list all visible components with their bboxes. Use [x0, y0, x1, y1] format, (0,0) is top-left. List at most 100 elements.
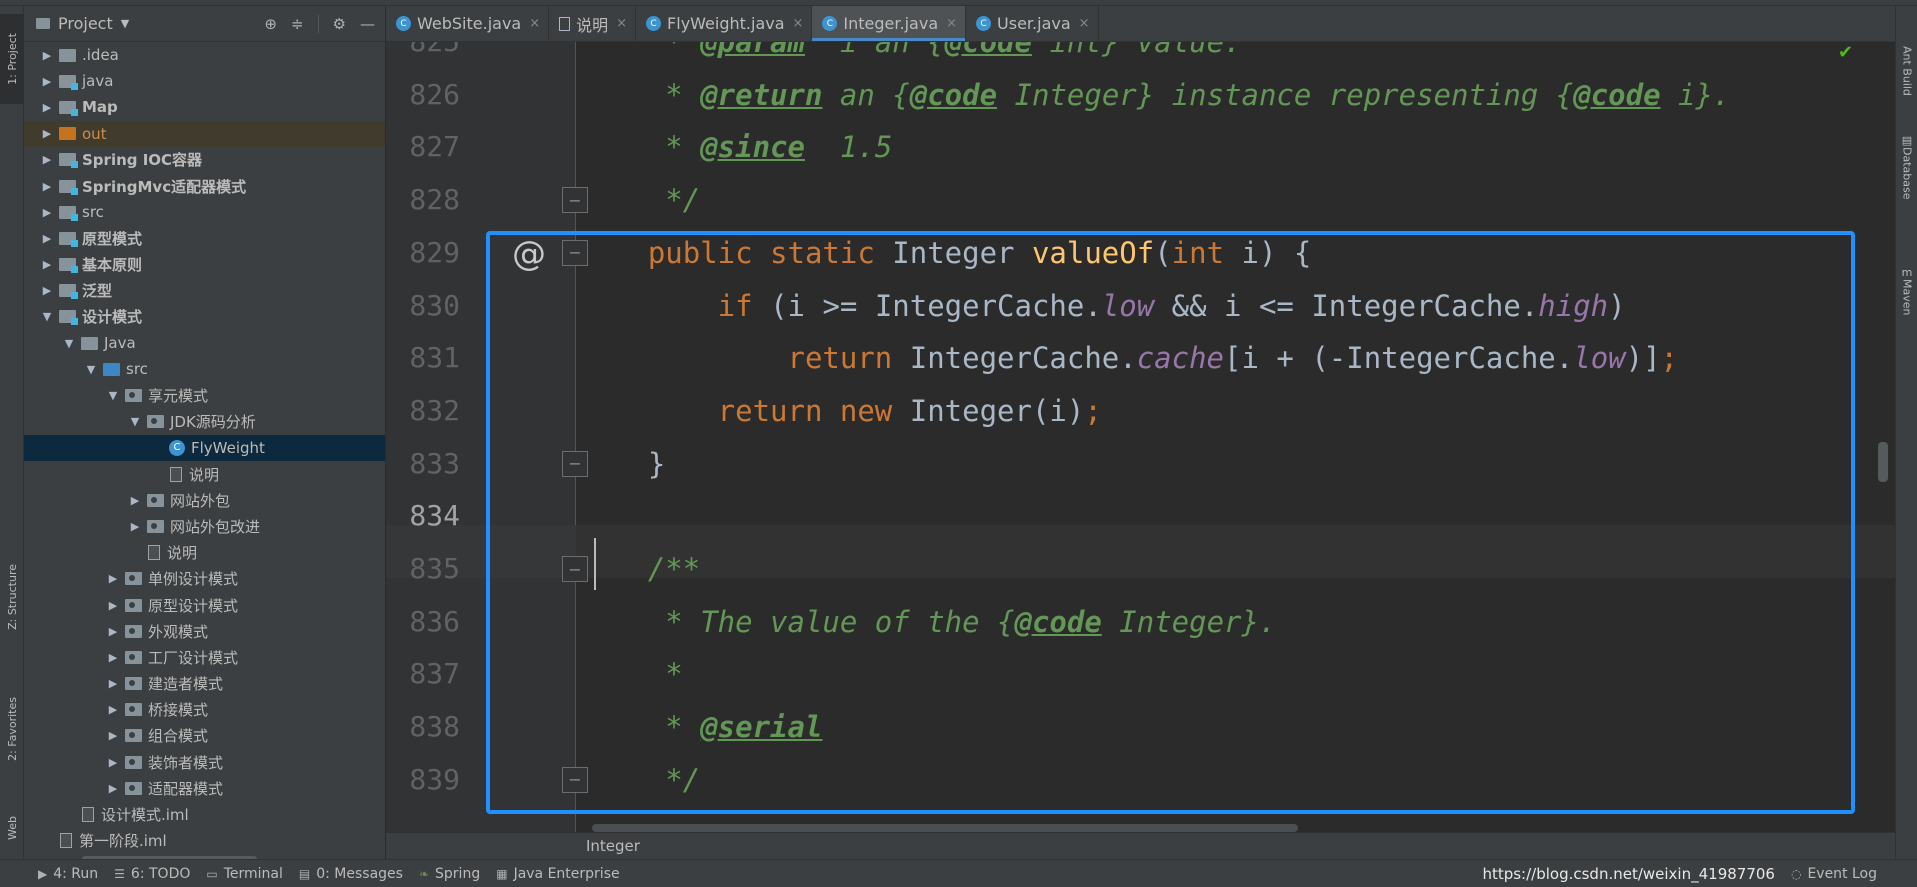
- line-number[interactable]: 833: [386, 438, 460, 491]
- line-number[interactable]: 825: [386, 42, 460, 69]
- line-number[interactable]: 831: [386, 332, 460, 385]
- inspection-ok-icon[interactable]: ✔: [1838, 42, 1853, 63]
- messages-tool-button[interactable]: ▤ 0: Messages: [299, 866, 403, 882]
- run-tool-button[interactable]: ▶ 4: Run: [38, 866, 98, 882]
- line-number[interactable]: 826: [386, 69, 460, 122]
- chevron-right-icon[interactable]: ▶: [126, 494, 144, 507]
- breadcrumb-class[interactable]: Integer: [586, 837, 640, 855]
- tree-item[interactable]: ▶ 基本原则: [24, 252, 385, 278]
- editor-tab[interactable]: C FlyWeight.java ×: [636, 6, 813, 41]
- line-number[interactable]: 839: [386, 754, 460, 807]
- line-number[interactable]: 838: [386, 701, 460, 754]
- chevron-right-icon[interactable]: ▶: [38, 180, 56, 193]
- tree-item[interactable]: ▶ Spring IOC容器: [24, 147, 385, 173]
- chevron-down-icon[interactable]: ▼: [82, 363, 100, 376]
- code-line[interactable]: return new Integer(i);: [578, 385, 1102, 438]
- tree-item[interactable]: C FlyWeight: [24, 434, 385, 461]
- tree-item[interactable]: ▼ Java: [24, 330, 385, 356]
- code-line[interactable]: * @since 1.5: [578, 121, 892, 174]
- code-line[interactable]: * @return an {@code Integer} instance re…: [578, 69, 1730, 122]
- chevron-right-icon[interactable]: ▶: [104, 729, 122, 742]
- close-icon[interactable]: ×: [616, 16, 627, 31]
- chevron-right-icon[interactable]: ▶: [38, 153, 56, 166]
- chevron-down-icon[interactable]: ▼: [121, 17, 129, 30]
- tree-item[interactable]: ▼ src: [24, 356, 385, 382]
- tree-item[interactable]: ▶ SpringMvc适配器模式: [24, 173, 385, 199]
- project-panel-title[interactable]: Project: [58, 14, 113, 33]
- chevron-right-icon[interactable]: ▶: [38, 258, 56, 271]
- code-line[interactable]: * @param i an {@code int} value.: [578, 42, 1241, 69]
- gear-icon[interactable]: ⚙: [333, 15, 346, 33]
- event-log-button[interactable]: ◌ Event Log: [1791, 866, 1877, 882]
- code-line[interactable]: return IntegerCache.cache[i + (-IntegerC…: [578, 332, 1679, 385]
- chevron-down-icon[interactable]: ▼: [38, 310, 56, 323]
- code-editor[interactable]: 8258268278288298308318328338348358368378…: [386, 42, 1895, 832]
- chevron-right-icon[interactable]: ▶: [38, 232, 56, 245]
- line-number[interactable]: 836: [386, 596, 460, 649]
- tree-item[interactable]: 说明: [24, 540, 385, 566]
- close-icon[interactable]: ×: [946, 16, 957, 31]
- chevron-right-icon[interactable]: ▶: [38, 49, 56, 62]
- breadcrumb[interactable]: Integer: [386, 832, 1895, 859]
- override-annotation-icon[interactable]: @: [512, 234, 546, 274]
- chevron-right-icon[interactable]: ▶: [126, 520, 144, 533]
- terminal-tool-button[interactable]: ▭ Terminal: [206, 866, 283, 882]
- code-line[interactable]: public static Integer valueOf(int i) {: [578, 227, 1312, 280]
- code-line[interactable]: *: [578, 648, 682, 701]
- chevron-right-icon[interactable]: ▶: [104, 572, 122, 585]
- tree-item[interactable]: ▶ 单例设计模式: [24, 566, 385, 592]
- close-icon[interactable]: ×: [793, 16, 804, 31]
- tree-item[interactable]: ▶ 原型设计模式: [24, 592, 385, 618]
- tree-item[interactable]: ▶ 建造者模式: [24, 671, 385, 697]
- hide-icon[interactable]: —: [360, 15, 375, 33]
- tree-item[interactable]: ▶ 网站外包改进: [24, 513, 385, 539]
- tree-item[interactable]: ▶ 泛型: [24, 278, 385, 304]
- structure-tool-tab[interactable]: Z: Structure: [0, 554, 24, 640]
- chevron-right-icon[interactable]: ▶: [104, 703, 122, 716]
- tree-item[interactable]: ▶ 组合模式: [24, 723, 385, 749]
- editor-tab[interactable]: C WebSite.java ×: [386, 6, 550, 41]
- editor-gutter[interactable]: 8258268278288298308318328338348358368378…: [386, 42, 588, 832]
- tree-item[interactable]: 设计模式.iml: [24, 801, 385, 827]
- tree-item[interactable]: ▶ 装饰者模式: [24, 749, 385, 775]
- code-line[interactable]: */: [578, 754, 700, 807]
- tree-item[interactable]: ▼ 设计模式: [24, 304, 385, 330]
- line-number[interactable]: 829: [386, 227, 460, 280]
- code-line[interactable]: */: [578, 174, 700, 227]
- chevron-right-icon[interactable]: ▶: [104, 756, 122, 769]
- tree-item[interactable]: ▼ JDK源码分析: [24, 409, 385, 435]
- chevron-right-icon[interactable]: ▶: [38, 127, 56, 140]
- code-line[interactable]: * @serial: [578, 701, 822, 754]
- chevron-down-icon[interactable]: ▼: [104, 389, 122, 402]
- editor-tab[interactable]: C Integer.java ×: [812, 6, 967, 41]
- editor-vertical-scrollbar[interactable]: [1878, 442, 1888, 482]
- editor-tab[interactable]: 说明 ×: [549, 6, 637, 41]
- chevron-right-icon[interactable]: ▶: [38, 75, 56, 88]
- project-tool-tab[interactable]: 1: Project: [0, 14, 24, 104]
- tree-item[interactable]: ▶ 外观模式: [24, 618, 385, 644]
- chevron-right-icon[interactable]: ▶: [38, 101, 56, 114]
- tree-item[interactable]: ▶ Map: [24, 94, 385, 120]
- code-area[interactable]: * @param i an {@code int} value. * @retu…: [578, 42, 1895, 832]
- line-number[interactable]: 837: [386, 648, 460, 701]
- line-number[interactable]: 834: [386, 490, 460, 543]
- chevron-right-icon[interactable]: ▶: [38, 206, 56, 219]
- web-tool-tab[interactable]: Web: [0, 802, 24, 854]
- chevron-down-icon[interactable]: ▼: [126, 415, 144, 428]
- close-icon[interactable]: ×: [529, 16, 540, 31]
- tree-item[interactable]: 说明: [24, 461, 385, 487]
- code-line[interactable]: * The value of the {@code Integer}.: [578, 596, 1276, 649]
- tree-item[interactable]: ▶ 原型模式: [24, 225, 385, 251]
- line-number[interactable]: 828: [386, 174, 460, 227]
- tree-item[interactable]: ▼ 享元模式: [24, 382, 385, 408]
- tree-item[interactable]: ▶ src: [24, 199, 385, 225]
- tree-item[interactable]: ▶ .idea: [24, 42, 385, 68]
- chevron-right-icon[interactable]: ▶: [104, 599, 122, 612]
- tree-item[interactable]: ▶ out: [24, 120, 385, 147]
- collapse-icon[interactable]: ≑: [291, 15, 304, 33]
- database-tool-tab[interactable]: ▤ Database: [1896, 134, 1917, 224]
- chevron-right-icon[interactable]: ▶: [104, 782, 122, 795]
- maven-tool-tab[interactable]: m Maven: [1896, 266, 1917, 346]
- locate-icon[interactable]: ⊕: [264, 15, 277, 33]
- tree-item[interactable]: ▶ 工厂设计模式: [24, 644, 385, 670]
